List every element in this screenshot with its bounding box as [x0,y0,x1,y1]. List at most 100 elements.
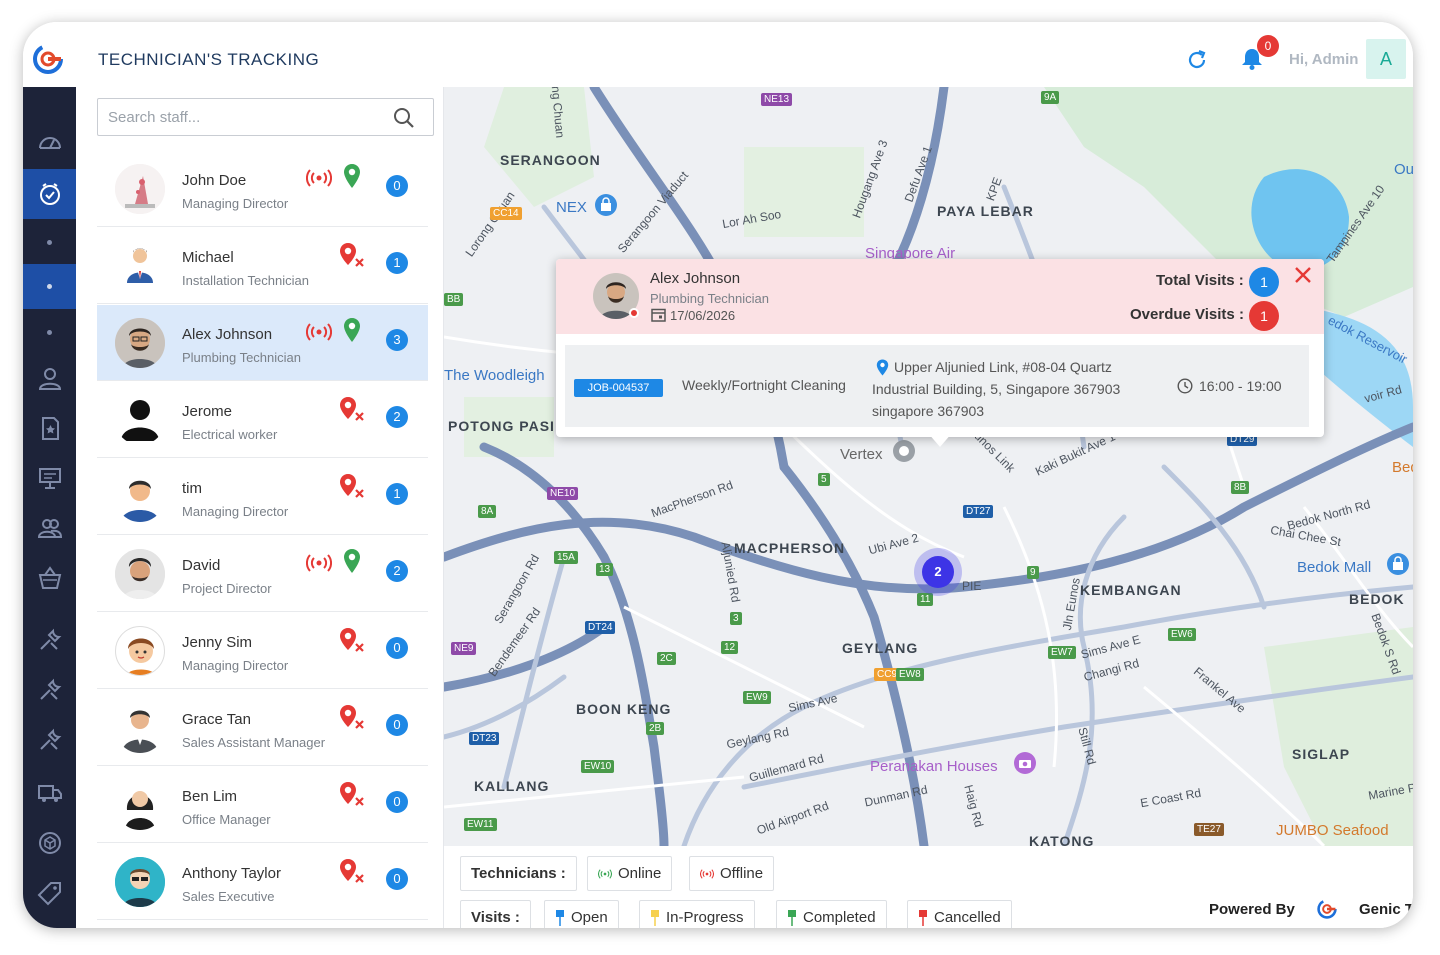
map-label-bedok: BEDOK [1349,591,1405,607]
technician-popup: Alex Johnson Plumbing Technician 17/06/2… [556,259,1324,447]
staff-row-anthony-taylor[interactable]: Anthony Taylor Sales Executive 0 [97,844,428,920]
station-code: EW6 [1168,628,1196,641]
avatar[interactable]: A [1366,39,1406,79]
station-code: EW10 [581,760,615,773]
location-off-icon [340,628,364,652]
nav-tags[interactable] [23,870,76,916]
nav-tools-2[interactable] [23,667,76,713]
avatar [115,549,165,599]
user-greeting[interactable]: Hi, Admin [1289,51,1358,68]
station-code: 8A [478,505,497,518]
location-off-icon [340,859,364,883]
avatar [115,857,165,907]
staff-name: Ben Lim [182,788,238,805]
legend-cancelled-label: Cancelled [934,909,1001,926]
search-box [97,98,434,136]
staff-role: Managing Director [182,504,289,519]
nav-sub-item-1[interactable] [23,219,76,265]
app-logo[interactable] [31,42,65,76]
location-pin-icon[interactable] [343,548,361,574]
job-row[interactable]: JOB-004537 Weekly/Fortnight Cleaning Upp… [565,345,1309,427]
staff-name: tim [182,480,202,497]
visit-count-badge: 3 [386,329,408,351]
visit-count-badge: 1 [386,252,408,274]
pushpin-red-icon [919,909,927,926]
job-id-badge[interactable]: JOB-004537 [574,379,663,397]
staff-row-david[interactable]: David Project Director 2 [97,536,428,612]
location-pin-icon[interactable] [343,163,361,189]
nav-tools-3[interactable] [23,717,76,763]
refresh-icon[interactable] [1185,48,1209,72]
station-code: DT27 [963,505,994,518]
popup-pointer [928,433,952,447]
map-poi-vertex[interactable]: Vertex [840,446,883,463]
user-icon [38,368,61,390]
nav-tools-1[interactable] [23,617,76,663]
legend-cancelled[interactable]: Cancelled [907,900,1012,928]
staff-row-tim[interactable]: tim Managing Director 1 [97,459,428,535]
legend-in-progress[interactable]: In-Progress [639,900,755,928]
map-view[interactable]: SERANGOON PAYA LEBAR POTONG PASI MACPHER… [444,87,1413,846]
staff-row-john-doe[interactable]: John Doe Managing Director 0 [97,151,428,227]
avatar [115,472,165,522]
staff-name: Jerome [182,403,233,420]
map-label-geylang: GEYLANG [842,640,919,656]
legend-completed[interactable]: Completed [776,900,887,928]
map-poi-bedok-mall[interactable]: Bedok Mall [1297,559,1371,576]
legend-offline-label: Offline [720,865,764,882]
map-background [444,87,1413,846]
visit-count-badge: 0 [386,868,408,890]
staff-row-grace-tan[interactable]: Grace Tan Sales Assistant Manager 0 [97,690,428,766]
nav-users[interactable] [23,355,76,401]
marker-cluster[interactable]: 2 [914,548,962,596]
search-input[interactable] [108,107,368,127]
location-off-icon [340,397,364,421]
nav-teams[interactable] [23,505,76,551]
dot-icon [47,329,52,335]
staff-row-jenny-sim[interactable]: Jenny Sim Managing Director 0 [97,613,428,689]
legend-open[interactable]: Open [544,900,619,928]
nav-reports[interactable] [23,455,76,501]
nav-tracking[interactable] [23,169,76,219]
visit-count-badge: 0 [386,637,408,659]
road-label: PIE [962,579,982,593]
map-poi-jumbo[interactable]: JUMBO Seafood [1276,822,1389,839]
online-signal-icon [306,169,332,187]
staff-role: Electrical worker [182,427,278,442]
station-code: 3 [730,612,742,625]
company-name[interactable]: Genic Tear [1359,901,1413,918]
staff-row-ben-lim[interactable]: Ben Lim Office Manager 0 [97,767,428,843]
search-icon[interactable] [393,107,415,129]
nav-dashboard[interactable] [23,120,76,166]
map-label-macpherson: MACPHERSON [734,540,846,556]
presentation-icon [38,468,61,489]
address-line-3: singapore 367903 [872,403,985,419]
staff-row-michael[interactable]: Michael Installation Technician 1 [97,228,428,304]
camera-icon [1014,752,1036,774]
nav-inventory[interactable] [23,820,76,866]
close-icon[interactable] [1293,265,1313,285]
location-pin-icon[interactable] [343,317,361,343]
online-signal-icon [598,868,612,879]
map-poi-nex[interactable]: NEX [556,199,587,216]
staff-row-alex-johnson[interactable]: Alex Johnson Plumbing Technician 3 [97,305,428,381]
nav-delivery[interactable] [23,770,76,816]
staff-role: Sales Assistant Manager [182,735,326,750]
avatar [115,318,165,368]
nav-reviews[interactable] [23,405,76,451]
nav-sub-item-3[interactable] [23,309,76,355]
avatar [115,395,165,445]
nav-sub-item-2[interactable] [23,264,76,309]
map-poi-woodleigh[interactable]: The Woodleigh [444,367,545,384]
station-code: NE13 [761,93,793,106]
avatar [115,626,165,676]
staff-name: John Doe [182,172,247,189]
visit-count-badge: 1 [386,483,408,505]
tracking-icon [39,183,60,205]
nav-orders[interactable] [23,555,76,601]
legend-offline[interactable]: Offline [689,856,775,891]
staff-row-jerome[interactable]: Jerome Electrical worker 2 [97,382,428,458]
team-icon [37,519,62,538]
map-poi-peranakan-houses[interactable]: Peranakan Houses [870,758,998,775]
legend-online[interactable]: Online [587,856,673,891]
